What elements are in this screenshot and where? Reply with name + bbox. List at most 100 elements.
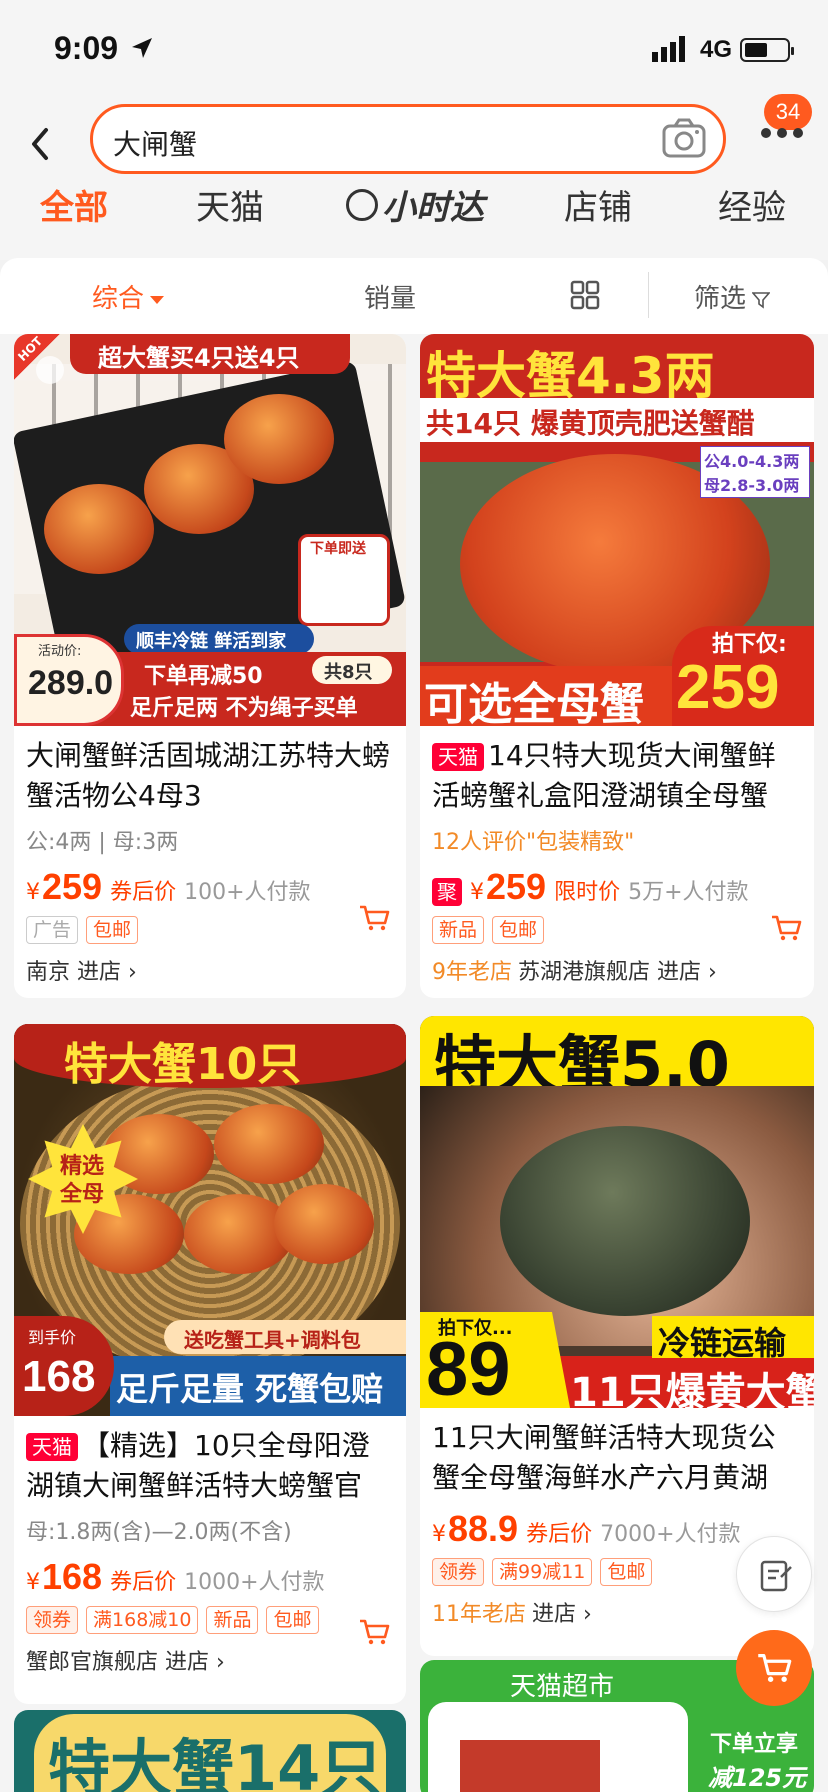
img-store-label: 天猫超市 xyxy=(510,1672,615,1702)
video-play-icon xyxy=(36,356,64,384)
img-coldchain: 冷链运输 xyxy=(658,1324,787,1362)
img-bottom-slogan: 可选全母蟹 xyxy=(424,679,644,726)
product-card[interactable]: 特大蟹10只 精选 全母 送吃蟹工具+调料包 足斤足量 死蟹包赔 到手价 168… xyxy=(14,1024,406,1704)
tab-xiaoshida-label: 小时达 xyxy=(382,188,484,228)
tab-experience[interactable]: 经验 xyxy=(718,180,786,229)
price-value: 259 xyxy=(486,866,547,907)
sort-sales[interactable]: 销量 xyxy=(364,278,416,315)
product-title[interactable]: 大闸蟹鲜活固城湖江苏特大螃蟹活物公4母3 xyxy=(14,726,406,816)
bolt-icon xyxy=(346,188,378,221)
img-subtitle: 共14只 爆黄顶壳肥送蟹醋 xyxy=(426,407,755,440)
free-shipping-tag: 包邮 xyxy=(86,916,139,944)
shop-row[interactable]: 南京 进店 › xyxy=(14,944,406,998)
tab-xiaoshida[interactable]: 小时达 xyxy=(346,180,484,229)
product-title[interactable]: 天猫 14只特大现货大闸蟹鲜活螃蟹礼盒阳澄湖镇全母蟹 xyxy=(420,726,814,816)
product-image: 特大蟹5.0 拍下仅... 89 冷链运输 11只爆黄大蟹 xyxy=(420,1016,814,1408)
floating-cart-button[interactable] xyxy=(736,1630,812,1706)
price-tag: 券后价 xyxy=(110,880,177,905)
search-header: 大闸蟹 34 全部 天猫 小时达 店铺 经验 xyxy=(0,94,828,260)
more-menu-icon[interactable] xyxy=(760,126,804,140)
free-shipping-tag: 包邮 xyxy=(266,1606,319,1634)
img-price: 168 xyxy=(22,1352,96,1401)
cart-count-badge: 34 xyxy=(764,94,812,130)
battery-icon xyxy=(740,38,794,62)
product-image: 特大蟹14只 xyxy=(14,1710,406,1792)
price-tag: 券后价 xyxy=(526,1522,593,1547)
product-card[interactable]: 超大蟹买4只送4只 HOT 下单即送 顺丰冷链 鲜活到家 活动价: 289.0 … xyxy=(14,334,406,998)
enter-shop-link[interactable]: 进店 › xyxy=(532,1602,592,1627)
img-price: 259 xyxy=(676,653,780,722)
price-tag: 券后价 xyxy=(110,1570,177,1595)
enter-shop-link[interactable]: 进店 › xyxy=(77,960,137,985)
img-tools: 送吃蟹工具+调料包 xyxy=(184,1328,361,1352)
camera-icon[interactable] xyxy=(661,117,707,161)
sort-general[interactable]: 综合 xyxy=(92,278,165,315)
img-price: 289.0 xyxy=(28,664,114,702)
product-spec: 母:1.8两(含)—2.0两(不含) xyxy=(26,1520,292,1545)
product-spec: 公:4两 | 母:3两 xyxy=(26,830,179,855)
currency-symbol: ¥ xyxy=(26,1570,40,1595)
sort-filter[interactable]: 筛选 xyxy=(694,278,771,315)
back-arrow-icon[interactable] xyxy=(26,124,54,164)
shop-row[interactable]: 蟹郎官旗舰店 进店 › xyxy=(14,1634,406,1690)
grid-view-icon[interactable] xyxy=(570,280,600,310)
img-gift: 下单即送 xyxy=(310,541,366,557)
add-to-cart-icon[interactable] xyxy=(770,914,802,942)
cart-icon xyxy=(758,1654,792,1682)
img-price-label: 到手价 xyxy=(28,1328,77,1347)
currency-symbol: ¥ xyxy=(432,1522,446,1547)
img-promo-line2: 减125元 xyxy=(708,1764,807,1792)
img-bottom-slogan: 足斤足量 死蟹包赔 xyxy=(116,1370,384,1408)
price-row: ¥ 168 券后价 1000+人付款 xyxy=(14,1546,406,1598)
juhuasuan-badge: 聚 xyxy=(432,878,462,906)
product-card[interactable]: 特大蟹4.3两 共14只 爆黄顶壳肥送蟹醋 公4.0-4.3两 母2.8-3.0… xyxy=(420,334,814,998)
status-time: 9:09 xyxy=(54,30,119,66)
enter-shop-link[interactable]: 进店 › xyxy=(165,1650,225,1675)
coupon-tag: 领券 xyxy=(26,1606,79,1634)
shop-name: 蟹郎官旗舰店 xyxy=(26,1650,159,1675)
price-row: ¥ 259 券后价 100+人付款 xyxy=(14,856,406,908)
img-promo-top: 特大蟹10只 xyxy=(64,1039,302,1090)
product-image: 特大蟹4.3两 共14只 爆黄顶壳肥送蟹醋 公4.0-4.3两 母2.8-3.0… xyxy=(420,334,814,726)
currency-symbol: ¥ xyxy=(470,880,484,905)
enter-shop-link[interactable]: 进店 › xyxy=(657,960,717,985)
tag-row: 领券 满168减10 新品 包邮 xyxy=(14,1598,406,1634)
filter-icon xyxy=(752,291,771,309)
img-star-2: 全母 xyxy=(60,1182,105,1207)
img-promo-line1: 下单立享 xyxy=(710,1732,799,1757)
shop-age: 9年老店 xyxy=(432,960,512,985)
tab-tmall[interactable]: 天猫 xyxy=(196,180,264,229)
img-coldchain: 顺丰冷链 鲜活到家 xyxy=(136,631,287,652)
feedback-button[interactable] xyxy=(736,1536,812,1612)
sales-count: 1000+人付款 xyxy=(184,1570,325,1595)
review-summary: 12人评价"包装精致" xyxy=(432,830,635,855)
new-tag: 新品 xyxy=(206,1606,259,1634)
product-title[interactable]: 天猫 【精选】10只全母阳澄湖镇大闸蟹鲜活特大螃蟹官 xyxy=(14,1416,406,1506)
price-row: 聚 ¥ 259 限时价 5万+人付款 xyxy=(420,856,814,908)
shop-location: 南京 xyxy=(26,960,71,985)
coupon-detail-tag: 满99减11 xyxy=(492,1558,593,1586)
search-input[interactable]: 大闸蟹 xyxy=(90,104,726,174)
tab-shop[interactable]: 店铺 xyxy=(564,180,632,229)
tab-all[interactable]: 全部 xyxy=(40,180,108,229)
network-type: 4G xyxy=(700,36,733,63)
product-image: 特大蟹10只 精选 全母 送吃蟹工具+调料包 足斤足量 死蟹包赔 到手价 168 xyxy=(14,1024,406,1416)
ad-tag: 广告 xyxy=(26,916,79,944)
sales-count: 100+人付款 xyxy=(184,880,311,905)
filter-label: 筛选 xyxy=(694,284,747,314)
shop-row[interactable]: 9年老店 苏湖港旗舰店 进店 › xyxy=(420,944,814,998)
img-price-label: 活动价: xyxy=(38,644,82,659)
coupon-tag: 领券 xyxy=(432,1558,485,1586)
sort-general-label: 综合 xyxy=(92,284,145,314)
dropdown-arrow-icon xyxy=(150,295,165,304)
category-tabs: 全部 天猫 小时达 店铺 经验 xyxy=(0,180,828,250)
add-to-cart-icon[interactable] xyxy=(358,1618,390,1646)
shop-age: 11年老店 xyxy=(432,1602,526,1627)
img-bottom-slogan: 足斤足两 不为绳子买单 xyxy=(130,696,358,721)
free-shipping-tag: 包邮 xyxy=(492,916,545,944)
product-title[interactable]: 11只大闸蟹鲜活特大现货公蟹全母蟹海鲜水产六月黄湖 xyxy=(420,1408,814,1498)
edit-icon xyxy=(760,1560,792,1592)
add-to-cart-icon[interactable] xyxy=(358,904,390,932)
sort-bar: 综合 销量 筛选 xyxy=(0,258,828,334)
product-card[interactable]: 特大蟹14只 xyxy=(14,1710,406,1792)
